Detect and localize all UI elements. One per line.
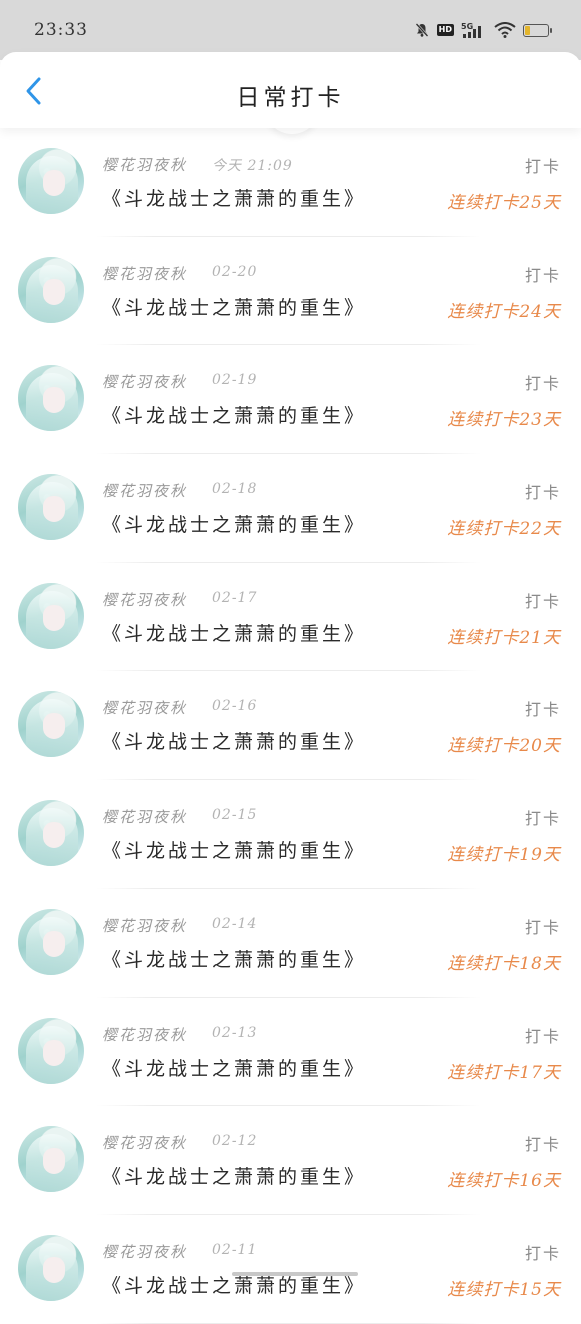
checkin-label: 打卡 — [524, 591, 561, 611]
checkin-label: 打卡 — [524, 483, 561, 503]
checkin-row[interactable]: 樱花羽夜秋 02-11 《斗龙战士之萧萧的重生》 打卡 连续打卡15天 — [0, 1215, 581, 1324]
checkin-date: 02-12 — [212, 1133, 258, 1150]
scroll-indicator — [232, 1272, 358, 1276]
avatar[interactable] — [18, 1126, 84, 1193]
status-bar: 23:33 HD 5G — [0, 0, 581, 60]
checkin-label: 打卡 — [524, 700, 561, 720]
checkin-label: 打卡 — [524, 374, 561, 394]
checkin-date: 02-11 — [212, 1241, 258, 1258]
streak-count: 连续打卡16天 — [447, 1171, 561, 1192]
5g-signal-icon: 5G — [461, 21, 487, 39]
checkin-row[interactable]: 樱花羽夜秋 02-14 《斗龙战士之萧萧的重生》 打卡 连续打卡18天 — [0, 889, 581, 998]
checkin-row[interactable]: 樱花羽夜秋 02-20 《斗龙战士之萧萧的重生》 打卡 连续打卡24天 — [0, 237, 581, 346]
avatar[interactable] — [18, 256, 84, 323]
checkin-date: 02-14 — [212, 915, 258, 932]
wifi-icon — [494, 22, 516, 38]
checkin-label: 打卡 — [524, 1026, 561, 1046]
streak-count: 连续打卡25天 — [447, 193, 561, 213]
divider — [96, 1322, 481, 1324]
avatar[interactable] — [18, 800, 84, 867]
username[interactable]: 樱花羽夜秋 — [102, 915, 187, 936]
mute-bell-icon — [414, 22, 430, 38]
streak-count: 连续打卡15天 — [447, 1279, 561, 1300]
checkin-date: 02-16 — [212, 698, 258, 715]
username[interactable]: 樱花羽夜秋 — [102, 480, 187, 501]
network-label: 5G — [461, 22, 473, 31]
username[interactable]: 樱花羽夜秋 — [102, 1241, 187, 1262]
avatar[interactable] — [18, 474, 84, 541]
streak-count: 连续打卡18天 — [447, 953, 561, 974]
username[interactable]: 樱花羽夜秋 — [102, 1132, 187, 1153]
checkin-row[interactable]: 樱花羽夜秋 02-17 《斗龙战士之萧萧的重生》 打卡 连续打卡21天 — [0, 563, 581, 672]
avatar[interactable] — [18, 908, 84, 975]
checkin-row[interactable]: 樱花羽夜秋 02-19 《斗龙战士之萧萧的重生》 打卡 连续打卡23天 — [0, 345, 581, 455]
streak-count: 连续打卡24天 — [447, 301, 561, 322]
checkin-date: 02-18 — [212, 481, 258, 498]
header: 日常打卡 — [0, 52, 581, 128]
checkin-row[interactable]: 樱花羽夜秋 02-13 《斗龙战士之萧萧的重生》 打卡 连续打卡17天 — [0, 998, 581, 1107]
book-title[interactable]: 《斗龙战士之萧萧的重生》 — [102, 401, 366, 428]
book-title[interactable]: 《斗龙战士之萧萧的重生》 — [102, 945, 366, 972]
avatar[interactable] — [18, 582, 84, 649]
status-icons: HD 5G — [414, 21, 552, 39]
battery-level — [525, 25, 530, 35]
streak-count: 连续打卡17天 — [447, 1062, 561, 1083]
streak-count: 连续打卡23天 — [447, 410, 561, 431]
avatar[interactable] — [18, 365, 84, 432]
streak-count: 连续打卡19天 — [447, 845, 561, 866]
checkin-row[interactable]: 樱花羽夜秋 02-15 《斗龙战士之萧萧的重生》 打卡 连续打卡19天 — [0, 780, 581, 889]
hd-icon: HD — [436, 24, 454, 36]
book-title[interactable]: 《斗龙战士之萧萧的重生》 — [102, 510, 366, 537]
book-title[interactable]: 《斗龙战士之萧萧的重生》 — [102, 619, 366, 646]
checkin-date: 今天 21:09 — [212, 158, 293, 174]
checkin-row[interactable]: 樱花羽夜秋 02-16 《斗龙战士之萧萧的重生》 打卡 连续打卡20天 — [0, 671, 581, 781]
username[interactable]: 樱花羽夜秋 — [102, 697, 187, 718]
book-title[interactable]: 《斗龙战士之萧萧的重生》 — [102, 836, 366, 863]
checkin-date: 02-20 — [212, 263, 258, 280]
checkin-row[interactable]: 樱花羽夜秋 今天 21:09 《斗龙战士之萧萧的重生》 打卡 连续打卡25天 — [0, 128, 581, 237]
checkin-label: 打卡 — [524, 265, 561, 285]
book-title[interactable]: 《斗龙战士之萧萧的重生》 — [102, 727, 366, 754]
page-title: 日常打卡 — [236, 85, 345, 111]
book-title[interactable]: 《斗龙战士之萧萧的重生》 — [102, 1054, 366, 1081]
streak-count: 连续打卡22天 — [447, 519, 561, 540]
streak-count: 连续打卡20天 — [447, 736, 561, 757]
checkin-label: 打卡 — [524, 1135, 561, 1155]
checkin-date: 02-15 — [212, 807, 258, 824]
username[interactable]: 樱花羽夜秋 — [102, 154, 187, 175]
book-title[interactable]: 《斗龙战士之萧萧的重生》 — [102, 1162, 366, 1189]
streak-count: 连续打卡21天 — [447, 627, 561, 648]
book-title[interactable]: 《斗龙战士之萧萧的重生》 — [102, 184, 366, 211]
checkin-row[interactable]: 樱花羽夜秋 02-12 《斗龙战士之萧萧的重生》 打卡 连续打卡16天 — [0, 1106, 581, 1215]
book-title[interactable]: 《斗龙战士之萧萧的重生》 — [102, 293, 366, 320]
username[interactable]: 樱花羽夜秋 — [102, 263, 187, 284]
checkin-list: 樱花羽夜秋 今天 21:09 《斗龙战士之萧萧的重生》 打卡 连续打卡25天 樱… — [0, 128, 581, 1324]
avatar[interactable] — [18, 691, 84, 758]
checkin-row[interactable]: 樱花羽夜秋 02-18 《斗龙战士之萧萧的重生》 打卡 连续打卡22天 — [0, 454, 581, 563]
avatar[interactable] — [18, 1017, 84, 1084]
checkin-date: 02-13 — [212, 1024, 258, 1041]
checkin-label: 打卡 — [524, 1243, 561, 1263]
username[interactable]: 樱花羽夜秋 — [102, 806, 187, 827]
username[interactable]: 樱花羽夜秋 — [102, 589, 187, 610]
avatar[interactable] — [18, 1234, 84, 1301]
checkin-date: 02-17 — [212, 589, 258, 606]
avatar[interactable] — [18, 148, 84, 214]
battery-icon — [523, 23, 552, 37]
checkin-label: 打卡 — [524, 917, 561, 937]
status-time: 23:33 — [34, 20, 88, 40]
checkin-label: 打卡 — [524, 157, 561, 176]
checkin-date: 02-19 — [212, 372, 258, 389]
username[interactable]: 樱花羽夜秋 — [102, 1024, 187, 1045]
username[interactable]: 樱花羽夜秋 — [102, 371, 187, 392]
checkin-label: 打卡 — [524, 809, 561, 829]
